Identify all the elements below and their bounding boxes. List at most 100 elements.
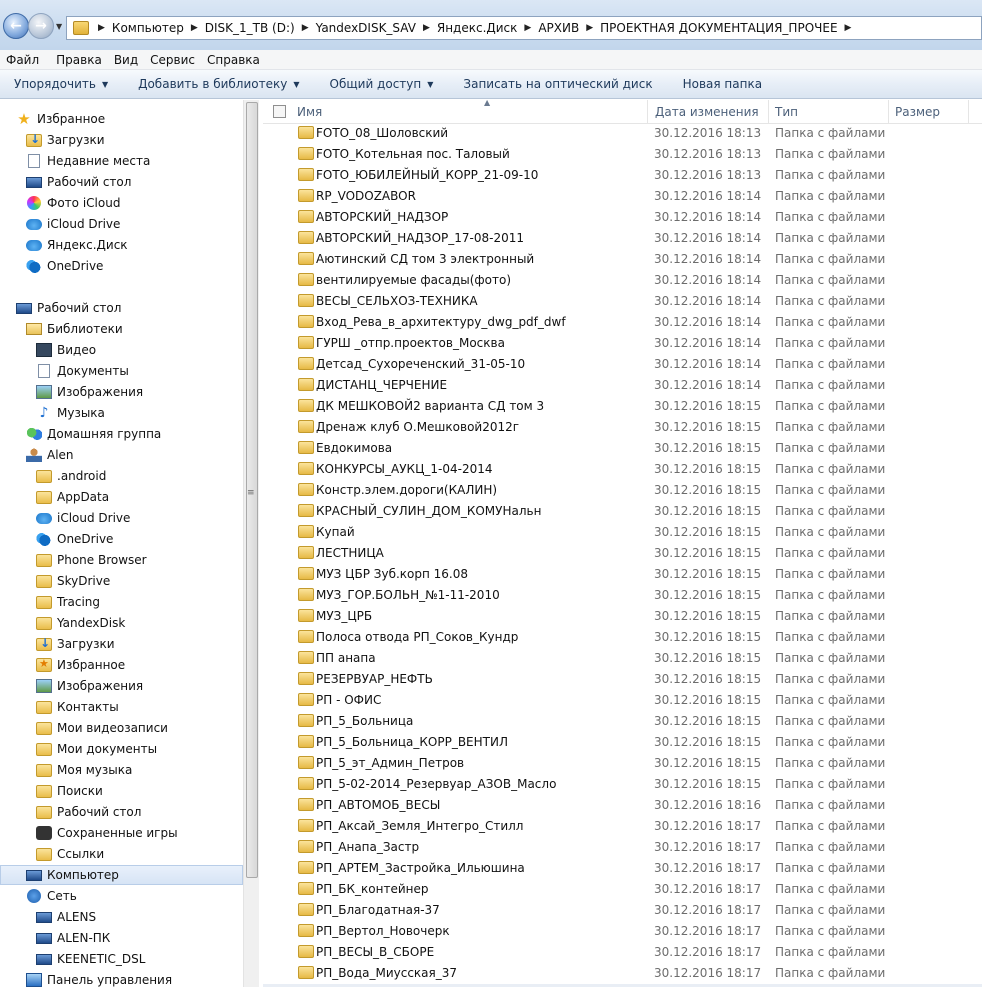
- file-row[interactable]: РП_ВЕСЫ_В_СБОРЕ 30.12.2016 18:17 Папка с ф…: [263, 941, 982, 962]
- file-row[interactable]: РП_БК_контейнер 30.12.2016 18:17 Папка с ф…: [263, 878, 982, 899]
- nav-item[interactable]: KEENETIC_DSL: [36, 949, 145, 969]
- column-header-name[interactable]: Имя ▲: [291, 100, 648, 124]
- nav-item[interactable]: OneDrive: [26, 256, 103, 276]
- column-header-size[interactable]: Размер: [889, 100, 969, 124]
- file-row[interactable]: Детсад_Сухореченский_31-05-10 30.12.2016 …: [263, 353, 982, 374]
- navigation-scrollbar[interactable]: ≡: [243, 100, 259, 987]
- menu-file[interactable]: Файл: [0, 53, 45, 67]
- nav-item[interactable]: Рабочий стол: [16, 298, 121, 318]
- nav-item[interactable]: Моя музыка: [36, 760, 132, 780]
- file-row[interactable]: КРАСНЫЙ_СУЛИН_ДОМ_КОМУНальн 30.12.2016 18…: [263, 500, 982, 521]
- nav-item[interactable]: Ссылки: [36, 844, 104, 864]
- file-row[interactable]: МУЗ_ЦРБ 30.12.2016 18:15 Папка с файлами: [263, 605, 982, 626]
- file-row[interactable]: Купай 30.12.2016 18:15 Папка с файлами: [263, 521, 982, 542]
- file-row[interactable]: Полоса отвода РП_Соков_Кундр 30.12.2016 1…: [263, 626, 982, 647]
- add-to-library-button[interactable]: Добавить в библиотеку ▼: [138, 77, 299, 91]
- menu-edit[interactable]: Правка: [50, 53, 108, 67]
- nav-item[interactable]: Phone Browser: [36, 550, 147, 570]
- nav-item[interactable]: YandexDisk: [36, 613, 125, 633]
- file-row[interactable]: ДК МЕШКОВОЙ2 варианта СД том 3 30.12.2016…: [263, 395, 982, 416]
- file-row[interactable]: РЕЗЕРВУАР_НЕФТЬ 30.12.2016 18:15 Папка с ф…: [263, 668, 982, 689]
- back-button[interactable]: ←: [3, 13, 29, 39]
- nav-item[interactable]: Библиотеки: [26, 319, 123, 339]
- breadcrumb-item-yandex-disk[interactable]: Яндекс.Диск ▶: [437, 21, 538, 35]
- menu-tools[interactable]: Сервис: [144, 53, 201, 67]
- navigation-pane[interactable]: ★ Избранное Загрузки Недавние места Рабочий …: [0, 100, 259, 987]
- file-row[interactable]: вентилируемые фасады(фото) 30.12.2016 18:…: [263, 269, 982, 290]
- file-row[interactable]: ДИСТАНЦ_ЧЕРЧЕНИЕ 30.12.2016 18:14 Папка с …: [263, 374, 982, 395]
- nav-item[interactable]: Яндекс.Диск: [26, 235, 128, 255]
- breadcrumb-item-disk[interactable]: DISK_1_TB (D:) ▶: [205, 21, 316, 35]
- organize-button[interactable]: Упорядочить ▼: [14, 77, 108, 91]
- nav-item[interactable]: Мои видеозаписи: [36, 718, 168, 738]
- column-header-date[interactable]: Дата изменения: [649, 100, 769, 124]
- file-row[interactable]: РП_Анапа_Застр 30.12.2016 18:17 Папка с фа…: [263, 836, 982, 857]
- select-all-checkbox[interactable]: [273, 105, 286, 118]
- nav-item[interactable]: Недавние места: [26, 151, 150, 171]
- nav-item[interactable]: SkyDrive: [36, 571, 110, 591]
- share-button[interactable]: Общий доступ ▼: [330, 77, 434, 91]
- file-row[interactable]: FOTO_Котельная пос. Таловый 30.12.2016 18…: [263, 143, 982, 164]
- nav-item[interactable]: Загрузки: [26, 130, 105, 150]
- file-row[interactable]: FOTO_ЮБИЛЕЙНЫЙ_КОРР_21-09-10 30.12.2016 1…: [263, 164, 982, 185]
- nav-item[interactable]: Tracing: [36, 592, 100, 612]
- file-row[interactable]: РП_5_эт_Админ_Петров 30.12.2016 18:15 Папк…: [263, 752, 982, 773]
- file-row[interactable]: РП_Благодатная-37 30.12.2016 18:17 Папка с…: [263, 899, 982, 920]
- nav-item[interactable]: Alen: [26, 445, 74, 465]
- breadcrumb-item-yandexdisk-sav[interactable]: YandexDISK_SAV ▶: [316, 21, 437, 35]
- nav-item[interactable]: Поиски: [36, 781, 103, 801]
- column-header-type[interactable]: Тип: [769, 100, 889, 124]
- nav-item[interactable]: Изображения: [36, 676, 143, 696]
- nav-item[interactable]: Рабочий стол: [26, 172, 131, 192]
- file-row[interactable]: РП_Аксай_Земля_Интегро_Стилл 30.12.2016 1…: [263, 815, 982, 836]
- nav-item[interactable]: Изображения: [36, 382, 143, 402]
- file-row[interactable]: РП_5-02-2014_Резервуар_АЗОВ_Масло 30.12.2…: [263, 773, 982, 794]
- nav-item[interactable]: Компьютер: [0, 865, 243, 885]
- nav-item[interactable]: Сохраненные игры: [36, 823, 178, 843]
- breadcrumb-item-archive[interactable]: АРХИВ ▶: [538, 21, 600, 35]
- nav-item[interactable]: Загрузки: [36, 634, 115, 654]
- file-row[interactable]: Констр.элем.дороги(КАЛИН) 30.12.2016 18:1…: [263, 479, 982, 500]
- file-row[interactable]: РП_Вертол_Новочерк 30.12.2016 18:17 Папка …: [263, 920, 982, 941]
- breadcrumb-item-computer[interactable]: Компьютер ▶: [112, 21, 205, 35]
- file-row[interactable]: Вход_Рева_в_архитектуру_dwg_pdf_dwf 30.12…: [263, 311, 982, 332]
- nav-item[interactable]: .android: [36, 466, 106, 486]
- menu-view[interactable]: Вид: [108, 53, 144, 67]
- nav-item[interactable]: Домашняя группа: [26, 424, 161, 444]
- file-row[interactable]: РП_5_Больница 30.12.2016 18:15 Папка с фай…: [263, 710, 982, 731]
- nav-item[interactable]: Документы: [36, 361, 129, 381]
- nav-item[interactable]: Видео: [36, 340, 96, 360]
- menu-help[interactable]: Справка: [201, 53, 266, 67]
- history-dropdown-icon[interactable]: ▼: [56, 22, 62, 31]
- file-row[interactable]: ПП анапа 30.12.2016 18:15 Папка с файлами: [263, 647, 982, 668]
- file-row[interactable]: РП_АВТОМОБ_ВЕСЫ 30.12.2016 18:16 Папка с ф…: [263, 794, 982, 815]
- nav-item[interactable]: iCloud Drive: [26, 214, 120, 234]
- breadcrumb[interactable]: ▶ Компьютер ▶ DISK_1_TB (D:) ▶ YandexDISK_…: [66, 16, 982, 40]
- forward-button[interactable]: →: [28, 13, 54, 39]
- breadcrumb-item-project-docs[interactable]: ПРОЕКТНАЯ ДОКУМЕНТАЦИЯ_ПРОЧЕЕ ▶: [600, 21, 858, 35]
- nav-item[interactable]: iCloud Drive: [36, 508, 130, 528]
- nav-item[interactable]: Контакты: [36, 697, 119, 717]
- nav-item[interactable]: OneDrive: [36, 529, 113, 549]
- nav-item[interactable]: Фото iCloud: [26, 193, 120, 213]
- nav-item[interactable]: Мои документы: [36, 739, 157, 759]
- file-row[interactable]: ГУРШ _отпр.проектов_Москва 30.12.2016 18:…: [263, 332, 982, 353]
- file-row[interactable]: МУЗ_ГОР.БОЛЬН_№1-11-2010 30.12.2016 18:15…: [263, 584, 982, 605]
- nav-item[interactable]: ALEN-ПК: [36, 928, 110, 948]
- file-row[interactable]: РП_АРТЕМ_Застройка_Ильюшина 30.12.2016 18…: [263, 857, 982, 878]
- burn-button[interactable]: Записать на оптический диск: [463, 77, 652, 91]
- nav-item[interactable]: Рабочий стол: [36, 802, 141, 822]
- nav-item[interactable]: ALENS: [36, 907, 96, 927]
- file-row[interactable]: ЛЕСТНИЦА 30.12.2016 18:15 Папка с файлами: [263, 542, 982, 563]
- file-row[interactable]: РП_Вода_Миусская_37 30.12.2016 18:17 Папка…: [263, 962, 982, 983]
- file-row[interactable]: Аютинский СД том 3 электронный 30.12.2016…: [263, 248, 982, 269]
- file-row[interactable]: КОНКУРСЫ_АУКЦ_1-04-2014 30.12.2016 18:15 П…: [263, 458, 982, 479]
- nav-item[interactable]: Сеть: [26, 886, 77, 906]
- nav-item[interactable]: ♪ Музыка: [36, 403, 105, 423]
- file-row[interactable]: РП_5_Больница_КОРР_ВЕНТИЛ 30.12.2016 18:1…: [263, 731, 982, 752]
- file-list[interactable]: Имя ▲ Дата изменения Тип Размер FOTO_08_…: [263, 100, 982, 987]
- nav-item[interactable]: AppData: [36, 487, 109, 507]
- new-folder-button[interactable]: Новая папка: [683, 77, 762, 91]
- file-row[interactable]: ВЕСЫ_СЕЛЬХОЗ-ТЕХНИКА 30.12.2016 18:14 Папк…: [263, 290, 982, 311]
- file-row[interactable]: МУЗ ЦБР Зуб.корп 16.08 30.12.2016 18:15 Па…: [263, 563, 982, 584]
